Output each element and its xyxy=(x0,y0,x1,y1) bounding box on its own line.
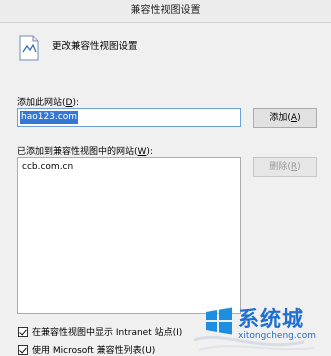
add-site-label-pre: 添加此网站( xyxy=(17,98,66,108)
add-button-post: ) xyxy=(297,113,301,123)
site-list-label-pre: 已添加到兼容性视图中的网站( xyxy=(17,147,138,157)
ms-list-option-label: 使用 Microsoft 兼容性列表(U) xyxy=(32,346,156,356)
add-site-input[interactable]: hao123.com xyxy=(17,108,241,127)
document-settings-icon xyxy=(19,35,39,61)
intranet-option-label: 在兼容性视图中显示 Intranet 站点(I) xyxy=(32,328,183,338)
window-title: 兼容性视图设置 xyxy=(0,0,331,23)
add-button[interactable]: 添加(A) xyxy=(253,108,317,128)
intranet-checkbox[interactable] xyxy=(18,326,28,337)
add-site-label-post: ): xyxy=(72,98,79,108)
windows-logo-icon xyxy=(206,307,232,335)
watermark-brand: 系统城 xyxy=(238,307,304,331)
ms-list-option[interactable]: 使用 Microsoft 兼容性列表(U) xyxy=(18,343,155,356)
list-item[interactable]: ccb.com.cn xyxy=(18,158,240,172)
add-site-label: 添加此网站(D): xyxy=(17,95,79,108)
add-button-pre: 添加( xyxy=(269,113,291,123)
watermark-url: xitongcheng.com xyxy=(238,331,316,341)
remove-button-pre: 删除( xyxy=(269,162,291,172)
header-text: 更改兼容性视图设置 xyxy=(52,41,138,52)
ms-list-checkbox[interactable] xyxy=(18,344,28,355)
site-list[interactable]: ccb.com.cn xyxy=(17,157,241,314)
add-site-input-value[interactable]: hao123.com xyxy=(20,111,78,124)
remove-button[interactable]: 删除(R) xyxy=(253,157,317,177)
site-list-label-post: ): xyxy=(146,147,153,157)
site-list-label: 已添加到兼容性视图中的网站(W): xyxy=(17,144,153,157)
remove-button-post: ) xyxy=(297,162,301,172)
intranet-option[interactable]: 在兼容性视图中显示 Intranet 站点(I) xyxy=(18,325,182,338)
